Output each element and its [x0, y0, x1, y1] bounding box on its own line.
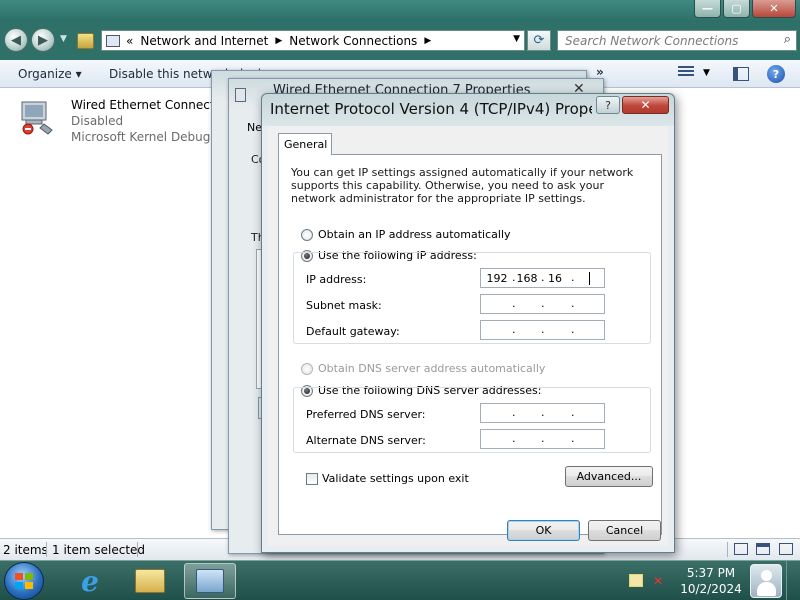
address-dropdown-icon[interactable]: ▼	[513, 34, 520, 44]
refresh-button[interactable]: ⟳	[527, 30, 551, 51]
action-center-icon[interactable]	[629, 574, 643, 587]
connection-name: Wired Ethernet Connection	[71, 98, 233, 112]
views-dropdown-icon[interactable]: ▼	[703, 68, 710, 78]
file-explorer-button[interactable]	[124, 563, 176, 599]
start-button[interactable]	[4, 562, 44, 600]
breadcrumb-arrow-icon[interactable]: ▶	[424, 36, 431, 46]
item-count: 2 items	[3, 543, 48, 557]
clock[interactable]: 5:37 PM 10/2/2024	[672, 565, 750, 597]
close-button[interactable]: ✕	[752, 0, 796, 18]
subnet-mask-label: Subnet mask:	[306, 299, 382, 312]
window-controls: — ▢ ✕	[692, 0, 796, 18]
large-icons-view-icon[interactable]	[779, 543, 793, 555]
more-commands-button[interactable]: »	[596, 65, 604, 79]
validate-checkbox[interactable]	[306, 472, 318, 485]
back-button[interactable]: ◀	[4, 28, 28, 52]
status-divider	[137, 542, 138, 557]
dialog-content: General You can get IP settings assigned…	[268, 126, 668, 546]
show-desktop-button[interactable]	[786, 561, 800, 600]
status-divider	[727, 542, 728, 557]
cancel-button[interactable]: Cancel	[588, 520, 661, 541]
explorer-titlebar: — ▢ ✕	[0, 0, 800, 22]
text-cursor	[589, 272, 590, 285]
intro-text: You can get IP settings assigned automat…	[291, 166, 634, 205]
internet-explorer-icon: e	[81, 564, 99, 598]
ok-button[interactable]: OK	[507, 520, 580, 541]
dns-settings-group: Preferred DNS server: ... Alternate DNS …	[293, 387, 651, 453]
dialog-close-button[interactable]: ✕	[622, 96, 669, 114]
taskbar: e ✕ 5:37 PM 10/2/2024	[0, 560, 800, 600]
network-disconnected-icon[interactable]: ✕	[653, 574, 671, 588]
alternate-dns-label: Alternate DNS server:	[306, 434, 426, 447]
selection-count: 1 item selected	[52, 543, 146, 557]
preview-pane-icon[interactable]	[733, 67, 749, 81]
validate-settings-option[interactable]: Validate settings upon exit	[306, 472, 469, 485]
tiles-view-icon[interactable]	[756, 543, 770, 555]
help-button[interactable]: ?	[596, 96, 620, 114]
obtain-dns-auto-label: Obtain DNS server address automatically	[318, 362, 546, 375]
breadcrumb-network-internet[interactable]: Network and Internet	[140, 34, 268, 48]
default-gateway-field[interactable]: ...	[480, 320, 605, 340]
clock-date: 10/2/2024	[680, 582, 742, 596]
maximize-button[interactable]: ▢	[723, 0, 750, 18]
obtain-ip-auto-option[interactable]: Obtain an IP address automatically	[301, 228, 511, 241]
windows-logo-icon	[15, 573, 33, 589]
internet-explorer-button[interactable]: e	[64, 563, 116, 599]
forward-button[interactable]: ▶	[31, 28, 55, 52]
user-icon[interactable]	[750, 564, 782, 598]
ip-octet-2: 168	[516, 272, 538, 285]
control-panel-icon	[196, 569, 224, 593]
ip-octet-1: 192	[486, 272, 508, 285]
tab-general[interactable]: General	[278, 133, 332, 155]
folder-icon	[77, 33, 94, 49]
address-bar[interactable]: « Network and Internet ▶ Network Connect…	[101, 30, 525, 51]
status-divider	[46, 542, 47, 557]
ip-octet-3: 16	[548, 272, 562, 285]
alternate-dns-field[interactable]: ...	[480, 429, 605, 449]
subnet-mask-field[interactable]: ...	[480, 294, 605, 314]
default-gateway-label: Default gateway:	[306, 325, 400, 338]
breadcrumb-arrow-icon[interactable]: ▶	[275, 36, 282, 46]
breadcrumb-network-connections[interactable]: Network Connections	[289, 34, 417, 48]
help-icon[interactable]: ?	[767, 65, 785, 83]
connection-status: Disabled	[71, 114, 124, 128]
network-icon	[235, 88, 246, 102]
address-row: ◀ ▶ ▼ « Network and Internet ▶ Network C…	[0, 22, 800, 60]
validate-label: Validate settings upon exit	[322, 472, 469, 485]
ip-address-label: IP address:	[306, 273, 367, 286]
control-panel-icon	[106, 34, 120, 47]
radio-button-disabled	[301, 362, 313, 375]
connection-item[interactable]: Wired Ethernet Connection Disabled Micro…	[16, 96, 316, 146]
obtain-ip-auto-label: Obtain an IP address automatically	[318, 228, 511, 241]
preferred-dns-label: Preferred DNS server:	[306, 408, 426, 421]
obtain-dns-auto-option: Obtain DNS server address automatically	[301, 362, 545, 375]
preferred-dns-field[interactable]: ...	[480, 403, 605, 423]
ip-settings-group: IP address: 192 . 168 . 16 . Subnet mask…	[293, 252, 651, 344]
ipv4-properties-dialog: Internet Protocol Version 4 (TCP/IPv4) P…	[261, 93, 675, 553]
details-view-icon[interactable]	[734, 543, 748, 555]
minimize-button[interactable]: —	[694, 0, 721, 18]
libraries-icon	[135, 569, 165, 593]
network-adapter-icon	[21, 101, 53, 135]
breadcrumb-prefix[interactable]: «	[126, 34, 133, 48]
general-tab-panel: You can get IP settings assigned automat…	[278, 154, 662, 535]
organize-button[interactable]: Organize ▾	[18, 67, 82, 81]
dialog-title: Internet Protocol Version 4 (TCP/IPv4) P…	[270, 100, 592, 118]
clock-time: 5:37 PM	[686, 566, 736, 580]
radio-button[interactable]	[301, 228, 313, 241]
views-icon[interactable]	[678, 66, 694, 80]
search-icon[interactable]: ⌕	[784, 32, 791, 47]
search-placeholder: Search Network Connections	[565, 34, 739, 48]
network-connections-taskbar-button[interactable]	[184, 563, 236, 599]
ip-address-field[interactable]: 192 . 168 . 16 .	[480, 268, 605, 288]
advanced-button[interactable]: Advanced...	[565, 466, 653, 487]
search-input[interactable]: Search Network Connections ⌕	[557, 30, 797, 51]
recent-pages-dropdown-icon[interactable]: ▼	[60, 34, 67, 44]
